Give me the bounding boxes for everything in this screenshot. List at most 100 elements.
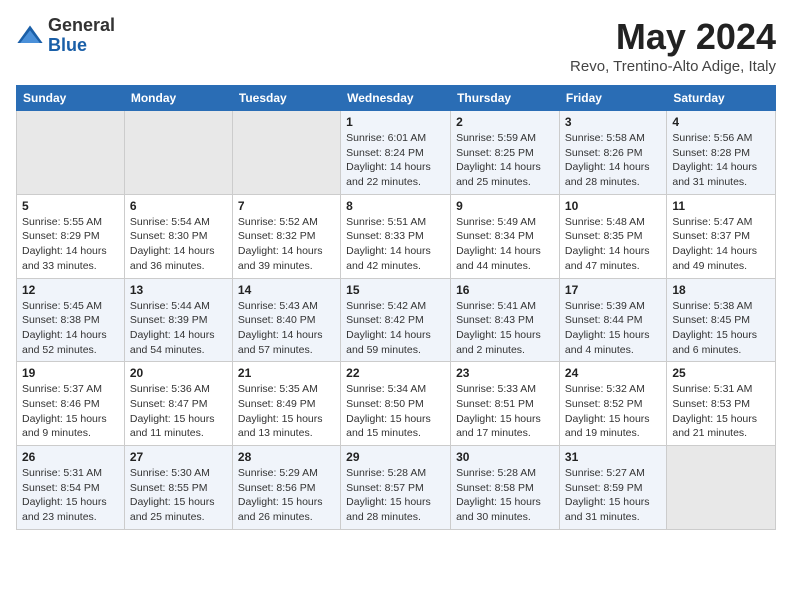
day-info: Sunrise: 5:58 AM Sunset: 8:26 PM Dayligh… [565,131,661,190]
day-info: Sunrise: 6:01 AM Sunset: 8:24 PM Dayligh… [346,131,445,190]
day-info: Sunrise: 5:30 AM Sunset: 8:55 PM Dayligh… [130,466,227,525]
calendar-cell: 16 Sunrise: 5:41 AM Sunset: 8:43 PM Dayli… [451,278,560,362]
day-info: Sunrise: 5:54 AM Sunset: 8:30 PM Dayligh… [130,215,227,274]
calendar-cell: 28Sunrise: 5:29 AM Sunset: 8:56 PM Dayli… [232,446,340,530]
day-number: 17 [565,283,661,297]
calendar-cell: 4Sunrise: 5:56 AM Sunset: 8:28 PM Daylig… [667,111,776,195]
day-number: 20 [130,366,227,380]
calendar-cell: 20 Sunrise: 5:36 AM Sunset: 8:47 PM Dayli… [124,362,232,446]
day-info: Sunrise: 5:43 AM Sunset: 8:40 PM Dayligh… [238,299,335,358]
week-row-4: 19Sunrise: 5:37 AM Sunset: 8:46 PM Dayli… [17,362,776,446]
day-number: 31 [565,450,661,464]
calendar-cell: 18 Sunrise: 5:38 AM Sunset: 8:45 PM Dayli… [667,278,776,362]
calendar-cell: 23 Sunrise: 5:33 AM Sunset: 8:51 PM Dayli… [451,362,560,446]
day-info: Sunrise: 5:47 AM Sunset: 8:37 PM Dayligh… [672,215,770,274]
calendar-cell: 14 Sunrise: 5:43 AM Sunset: 8:40 PM Dayli… [232,278,340,362]
calendar-cell: 8 Sunrise: 5:51 AM Sunset: 8:33 PM Daylig… [341,194,451,278]
day-number: 19 [22,366,119,380]
day-number: 30 [456,450,554,464]
day-number: 7 [238,199,335,213]
day-info: Sunrise: 5:38 AM Sunset: 8:45 PM Dayligh… [672,299,770,358]
calendar-cell: 6Sunrise: 5:54 AM Sunset: 8:30 PM Daylig… [124,194,232,278]
day-number: 24 [565,366,661,380]
day-info: Sunrise: 5:36 AM Sunset: 8:47 PM Dayligh… [130,382,227,441]
day-number: 3 [565,115,661,129]
location-subtitle: Revo, Trentino-Alto Adige, Italy [570,58,776,75]
logo: General Blue [16,16,115,56]
day-info: Sunrise: 5:41 AM Sunset: 8:43 PM Dayligh… [456,299,554,358]
calendar-cell [667,446,776,530]
day-info: Sunrise: 5:45 AM Sunset: 8:38 PM Dayligh… [22,299,119,358]
day-info: Sunrise: 5:34 AM Sunset: 8:50 PM Dayligh… [346,382,445,441]
calendar-cell: 26Sunrise: 5:31 AM Sunset: 8:54 PM Dayli… [17,446,125,530]
day-number: 12 [22,283,119,297]
day-number: 22 [346,366,445,380]
day-info: Sunrise: 5:33 AM Sunset: 8:51 PM Dayligh… [456,382,554,441]
day-number: 23 [456,366,554,380]
calendar-cell: 27 Sunrise: 5:30 AM Sunset: 8:55 PM Dayli… [124,446,232,530]
day-info: Sunrise: 5:28 AM Sunset: 8:57 PM Dayligh… [346,466,445,525]
col-sunday: Sunday [17,86,125,111]
day-number: 1 [346,115,445,129]
day-number: 16 [456,283,554,297]
day-number: 8 [346,199,445,213]
day-info: Sunrise: 5:35 AM Sunset: 8:49 PM Dayligh… [238,382,335,441]
calendar-cell: 31 Sunrise: 5:27 AM Sunset: 8:59 PM Dayli… [559,446,666,530]
col-wednesday: Wednesday [341,86,451,111]
day-number: 5 [22,199,119,213]
calendar-cell: 17 Sunrise: 5:39 AM Sunset: 8:44 PM Dayli… [559,278,666,362]
day-info: Sunrise: 5:39 AM Sunset: 8:44 PM Dayligh… [565,299,661,358]
calendar-cell: 29 Sunrise: 5:28 AM Sunset: 8:57 PM Dayli… [341,446,451,530]
day-number: 29 [346,450,445,464]
calendar-cell [232,111,340,195]
calendar-cell: 19Sunrise: 5:37 AM Sunset: 8:46 PM Dayli… [17,362,125,446]
calendar-cell: 24 Sunrise: 5:32 AM Sunset: 8:52 PM Dayli… [559,362,666,446]
day-info: Sunrise: 5:48 AM Sunset: 8:35 PM Dayligh… [565,215,661,274]
calendar-table: Sunday Monday Tuesday Wednesday Thursday… [16,85,776,530]
day-number: 25 [672,366,770,380]
day-number: 2 [456,115,554,129]
calendar-cell: 7Sunrise: 5:52 AM Sunset: 8:32 PM Daylig… [232,194,340,278]
day-info: Sunrise: 5:32 AM Sunset: 8:52 PM Dayligh… [565,382,661,441]
col-thursday: Thursday [451,86,560,111]
calendar-body: 1 Sunrise: 6:01 AM Sunset: 8:24 PM Daylig… [17,111,776,530]
day-number: 27 [130,450,227,464]
day-info: Sunrise: 5:55 AM Sunset: 8:29 PM Dayligh… [22,215,119,274]
calendar-cell: 11 Sunrise: 5:47 AM Sunset: 8:37 PM Dayli… [667,194,776,278]
calendar-cell: 10Sunrise: 5:48 AM Sunset: 8:35 PM Dayli… [559,194,666,278]
calendar-cell: 1 Sunrise: 6:01 AM Sunset: 8:24 PM Daylig… [341,111,451,195]
col-friday: Friday [559,86,666,111]
calendar-cell: 2Sunrise: 5:59 AM Sunset: 8:25 PM Daylig… [451,111,560,195]
week-row-3: 12 Sunrise: 5:45 AM Sunset: 8:38 PM Dayli… [17,278,776,362]
calendar-cell: 9Sunrise: 5:49 AM Sunset: 8:34 PM Daylig… [451,194,560,278]
day-info: Sunrise: 5:44 AM Sunset: 8:39 PM Dayligh… [130,299,227,358]
header-row: Sunday Monday Tuesday Wednesday Thursday… [17,86,776,111]
day-number: 11 [672,199,770,213]
logo-icon [16,22,44,50]
calendar-header: Sunday Monday Tuesday Wednesday Thursday… [17,86,776,111]
day-info: Sunrise: 5:31 AM Sunset: 8:53 PM Dayligh… [672,382,770,441]
calendar-cell: 30Sunrise: 5:28 AM Sunset: 8:58 PM Dayli… [451,446,560,530]
calendar-cell: 15Sunrise: 5:42 AM Sunset: 8:42 PM Dayli… [341,278,451,362]
day-number: 26 [22,450,119,464]
day-number: 9 [456,199,554,213]
page-header: General Blue May 2024 Revo, Trentino-Alt… [16,16,776,75]
day-info: Sunrise: 5:29 AM Sunset: 8:56 PM Dayligh… [238,466,335,525]
col-tuesday: Tuesday [232,86,340,111]
calendar-cell: 12 Sunrise: 5:45 AM Sunset: 8:38 PM Dayli… [17,278,125,362]
calendar-cell [124,111,232,195]
day-info: Sunrise: 5:51 AM Sunset: 8:33 PM Dayligh… [346,215,445,274]
calendar-cell: 3 Sunrise: 5:58 AM Sunset: 8:26 PM Daylig… [559,111,666,195]
calendar-cell: 25 Sunrise: 5:31 AM Sunset: 8:53 PM Dayli… [667,362,776,446]
day-number: 14 [238,283,335,297]
day-info: Sunrise: 5:27 AM Sunset: 8:59 PM Dayligh… [565,466,661,525]
calendar-cell: 5 Sunrise: 5:55 AM Sunset: 8:29 PM Daylig… [17,194,125,278]
calendar-cell: 22 Sunrise: 5:34 AM Sunset: 8:50 PM Dayli… [341,362,451,446]
calendar-cell: 13Sunrise: 5:44 AM Sunset: 8:39 PM Dayli… [124,278,232,362]
week-row-2: 5 Sunrise: 5:55 AM Sunset: 8:29 PM Daylig… [17,194,776,278]
day-number: 4 [672,115,770,129]
week-row-1: 1 Sunrise: 6:01 AM Sunset: 8:24 PM Daylig… [17,111,776,195]
col-saturday: Saturday [667,86,776,111]
day-number: 18 [672,283,770,297]
week-row-5: 26Sunrise: 5:31 AM Sunset: 8:54 PM Dayli… [17,446,776,530]
